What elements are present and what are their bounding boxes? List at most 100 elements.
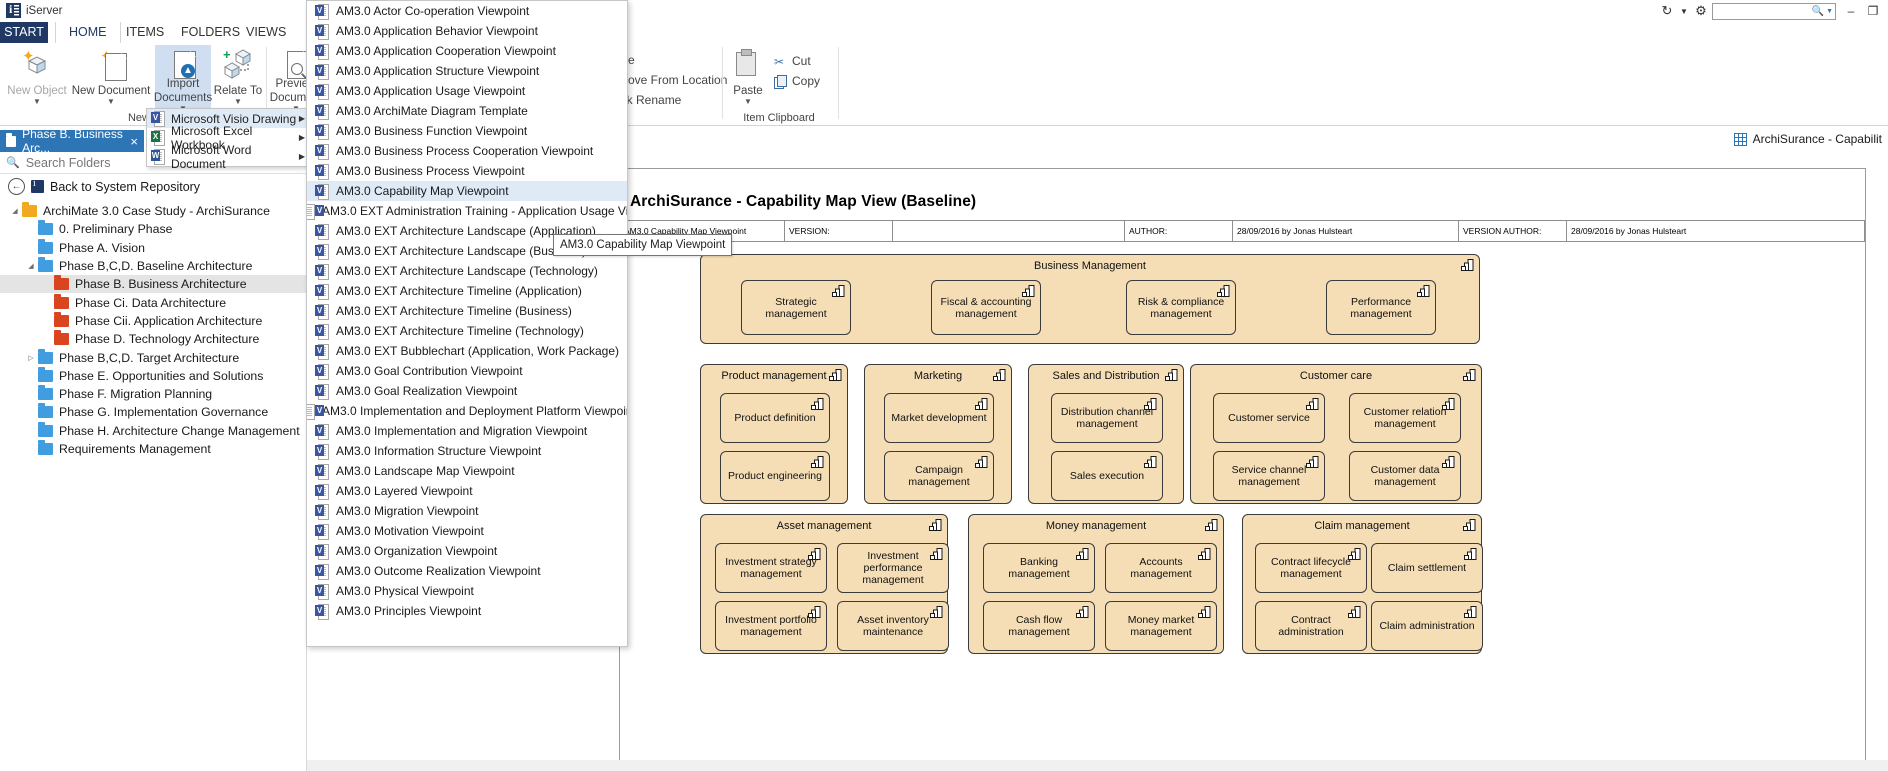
- capability-item[interactable]: Accounts management: [1105, 543, 1217, 593]
- chevron-down-icon[interactable]: ▼: [33, 98, 41, 106]
- tree-item[interactable]: ◢ Phase B,C,D. Baseline Architecture: [0, 257, 306, 275]
- template-menu-item[interactable]: V AM3.0 Business Function Viewpoint: [307, 121, 627, 141]
- tree-item[interactable]: Requirements Management: [0, 440, 306, 458]
- explorer-tab-phase-b[interactable]: Phase B. Business Arc... ×: [0, 127, 144, 155]
- tree-item[interactable]: ◢ ArchiMate 3.0 Case Study - ArchiSurance: [0, 202, 306, 220]
- template-menu-item[interactable]: V AM3.0 EXT Architecture Timeline (Applic…: [307, 281, 627, 301]
- capability-group[interactable]: Money management Banking management Accoun…: [968, 514, 1224, 654]
- horizontal-scrollbar[interactable]: [307, 760, 1888, 771]
- capability-group[interactable]: Sales and Distribution Distribution chann…: [1028, 364, 1184, 504]
- tree-item[interactable]: ▷ Phase B,C,D. Target Architecture: [0, 348, 306, 366]
- chevron-down-icon[interactable]: ▼: [107, 98, 115, 106]
- capability-item[interactable]: Cash flow management: [983, 601, 1095, 651]
- capability-item[interactable]: Customer relation management: [1349, 393, 1461, 443]
- chevron-right-icon[interactable]: ▷: [24, 354, 38, 362]
- capability-item[interactable]: Risk & compliance management: [1126, 280, 1236, 335]
- tree-item[interactable]: Phase B. Business Architecture: [0, 275, 306, 294]
- template-menu-item[interactable]: V AM3.0 EXT Bubblechart (Application, Wor…: [307, 341, 627, 361]
- new-document-button[interactable]: ✦ New Document ▼: [70, 45, 152, 113]
- template-menu-item[interactable]: V AM3.0 Principles Viewpoint: [307, 601, 627, 621]
- new-object-button[interactable]: ✦ New Object ▼: [0, 45, 74, 113]
- tree-item[interactable]: Phase Cii. Application Architecture: [0, 311, 306, 330]
- template-menu-item[interactable]: V AM3.0 ArchiMate Diagram Template: [307, 101, 627, 121]
- chevron-down-icon[interactable]: ◢: [8, 207, 22, 215]
- capability-item[interactable]: Service channel management: [1213, 451, 1325, 501]
- template-menu-item[interactable]: V AM3.0 Implementation and Migration View…: [307, 421, 627, 441]
- chevron-down-icon[interactable]: ◢: [24, 262, 38, 270]
- remove-from-location-command[interactable]: move From Location: [618, 71, 727, 89]
- chevron-right-icon[interactable]: ▶: [299, 114, 305, 123]
- template-menu-item[interactable]: V AM3.0 Implementation and Deployment Pla…: [307, 401, 627, 421]
- template-menu-item[interactable]: V AM3.0 Goal Realization Viewpoint: [307, 381, 627, 401]
- tab-views[interactable]: VIEWS: [233, 22, 299, 43]
- template-menu-item[interactable]: V AM3.0 Layered Viewpoint: [307, 481, 627, 501]
- tree-item[interactable]: Phase A. Vision: [0, 238, 306, 257]
- tree-item[interactable]: Phase D. Technology Architecture: [0, 330, 306, 348]
- template-menu-item[interactable]: V AM3.0 Application Usage Viewpoint: [307, 81, 627, 101]
- tree-item[interactable]: Phase Ci. Data Architecture: [0, 293, 306, 311]
- cut-command[interactable]: ✂ Cut: [774, 52, 811, 70]
- capability-item[interactable]: Product definition: [720, 393, 830, 443]
- capability-item[interactable]: Investment performance management: [837, 543, 949, 593]
- tree-item[interactable]: 0. Preliminary Phase: [0, 220, 306, 238]
- capability-item[interactable]: Contract administration: [1255, 601, 1367, 651]
- capability-item[interactable]: Claim administration: [1371, 601, 1483, 651]
- template-menu-item[interactable]: V AM3.0 Goal Contribution Viewpoint: [307, 361, 627, 381]
- capability-item[interactable]: Performance management: [1326, 280, 1436, 335]
- capability-group[interactable]: Marketing Market development Campaign mana…: [864, 364, 1012, 504]
- capability-item[interactable]: Customer data management: [1349, 451, 1461, 501]
- capability-item[interactable]: Strategic management: [741, 280, 851, 335]
- refresh-icon[interactable]: ↻: [1656, 2, 1678, 20]
- capability-item[interactable]: Product engineering: [720, 451, 830, 501]
- document-tab-archisurance[interactable]: ArchiSurance - Capabilit: [1733, 132, 1882, 146]
- template-menu-item[interactable]: V AM3.0 EXT Administration Training - App…: [307, 201, 627, 221]
- paste-button[interactable]: Paste ▼: [724, 45, 772, 113]
- capability-item[interactable]: Money market management: [1105, 601, 1217, 651]
- capability-group[interactable]: Claim management Contract lifecycle manag…: [1242, 514, 1483, 654]
- capability-item[interactable]: Customer service: [1213, 393, 1325, 443]
- minimize-button[interactable]: –: [1840, 2, 1862, 20]
- template-menu-item[interactable]: V AM3.0 Actor Co-operation Viewpoint: [307, 1, 627, 21]
- template-menu-item[interactable]: V AM3.0 Physical Viewpoint: [307, 581, 627, 601]
- capability-group[interactable]: Product management Product definition Prod…: [700, 364, 848, 504]
- copy-command[interactable]: Copy: [774, 72, 820, 90]
- capability-item[interactable]: Banking management: [983, 543, 1095, 593]
- template-menu-item[interactable]: V AM3.0 Application Structure Viewpoint: [307, 61, 627, 81]
- maximize-button[interactable]: ❐: [1862, 2, 1884, 20]
- gear-icon[interactable]: ⚙: [1690, 2, 1712, 20]
- back-to-system-repository[interactable]: ← Back to System Repository: [0, 174, 306, 199]
- import-menu-item[interactable]: W Microsoft Word Document ▶: [147, 143, 313, 171]
- tree-item[interactable]: Phase G. Implementation Governance: [0, 403, 306, 421]
- chevron-down-icon[interactable]: ▼: [234, 98, 242, 106]
- template-menu-item[interactable]: V AM3.0 Application Cooperation Viewpoint: [307, 41, 627, 61]
- template-menu-item[interactable]: V AM3.0 Capability Map Viewpoint: [307, 181, 627, 201]
- template-menu-item[interactable]: V AM3.0 Migration Viewpoint: [307, 501, 627, 521]
- chevron-right-icon[interactable]: ▶: [299, 152, 305, 161]
- chevron-down-icon[interactable]: ▼: [744, 98, 752, 106]
- capability-item[interactable]: Distribution channel management: [1051, 393, 1163, 443]
- capability-item[interactable]: Market development: [884, 393, 994, 443]
- capability-item[interactable]: Asset inventory maintenance: [837, 601, 949, 651]
- capability-group[interactable]: Business Management Strategic management F…: [700, 254, 1480, 344]
- template-menu-item[interactable]: V AM3.0 Information Structure Viewpoint: [307, 441, 627, 461]
- search-dropdown-icon[interactable]: ▼: [1826, 8, 1833, 15]
- capability-item[interactable]: Sales execution: [1051, 451, 1163, 501]
- tab-home[interactable]: HOME: [55, 22, 121, 44]
- capability-item[interactable]: Investment portfolio management: [715, 601, 827, 651]
- tree-item[interactable]: Phase E. Opportunities and Solutions: [0, 366, 306, 385]
- template-menu-item[interactable]: V AM3.0 Outcome Realization Viewpoint: [307, 561, 627, 581]
- capability-item[interactable]: Campaign management: [884, 451, 994, 501]
- capability-item[interactable]: Fiscal & accounting management: [931, 280, 1041, 335]
- template-menu-item[interactable]: V AM3.0 EXT Architecture Landscape (Techn…: [307, 261, 627, 281]
- capability-group[interactable]: Customer care Customer service Customer re…: [1190, 364, 1482, 504]
- chevron-right-icon[interactable]: ▶: [299, 133, 305, 142]
- capability-item[interactable]: Claim settlement: [1371, 543, 1483, 593]
- tab-start[interactable]: START: [0, 22, 48, 43]
- template-menu-item[interactable]: V AM3.0 EXT Architecture Timeline (Busine…: [307, 301, 627, 321]
- capability-group[interactable]: Asset management Investment strategy mana…: [700, 514, 949, 654]
- chevron-down-icon[interactable]: ▼: [1678, 2, 1690, 20]
- capability-item[interactable]: Investment strategy management: [715, 543, 827, 593]
- template-menu-item[interactable]: V AM3.0 Application Behavior Viewpoint: [307, 21, 627, 41]
- import-documents-button[interactable]: ▲ Import Documents ▼: [154, 45, 212, 113]
- capability-item[interactable]: Contract lifecycle management: [1255, 543, 1367, 593]
